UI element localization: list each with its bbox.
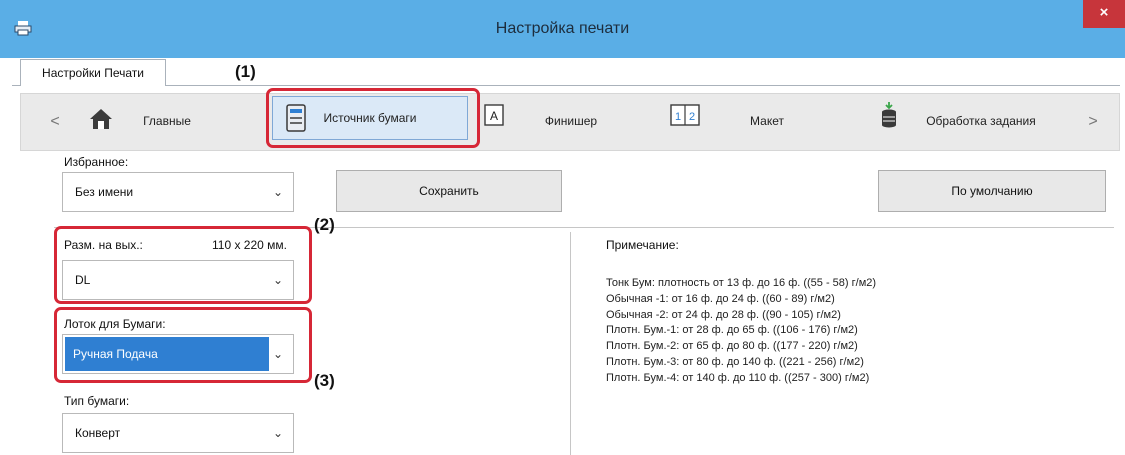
default-button[interactable]: По умолчанию [878, 170, 1106, 212]
highlight-box-2 [54, 226, 312, 304]
favorites-label: Избранное: [64, 155, 129, 169]
tab-strip-divider [12, 85, 1120, 86]
nav-item-layout[interactable]: 1 2 Макет [668, 93, 866, 151]
save-button[interactable]: Сохранить [336, 170, 562, 212]
nav-item-main[interactable]: Главные [74, 93, 260, 151]
note-line: Плотн. Бум.-1: от 28 ф. до 65 ф. ((106 -… [606, 324, 858, 337]
close-button[interactable]: × [1083, 0, 1125, 28]
note-line: Плотн. Бум.-4: от 140 ф. до 110 ф. ((257… [606, 371, 870, 384]
nav-item-label: Финишер [544, 114, 598, 128]
scroll-left-button[interactable]: < [38, 93, 72, 151]
column-divider [570, 232, 571, 455]
highlight-box-3 [54, 307, 312, 383]
paper-type-label: Тип бумаги: [64, 394, 130, 408]
callout-1: (1) [235, 62, 256, 81]
paper-type-value: Конверт [75, 426, 121, 440]
nav-item-label: Макет [750, 114, 784, 128]
paper-type-select[interactable]: Конверт ⌄ [62, 413, 294, 453]
chevron-down-icon: ⌄ [272, 185, 283, 199]
note-title: Примечание: [606, 238, 679, 252]
nav-item-label: Обработка задания [926, 114, 1036, 128]
nav-item-job-handling[interactable]: Обработка задания [872, 93, 1068, 151]
note-text: Тонк Бум: плотность от 13 ф. до 16 ф. ((… [606, 276, 1106, 387]
chevron-down-icon: ⌄ [272, 426, 283, 440]
callout-3: (3) [314, 371, 335, 390]
favorites-value: Без имени [75, 185, 134, 199]
highlight-box-1 [266, 88, 480, 148]
nav-item-finisher[interactable]: A Финишер [478, 93, 664, 151]
note-line: Плотн. Бум.-2: от 65 ф. до 80 ф. ((177 -… [606, 340, 858, 353]
favorites-select[interactable]: Без имени ⌄ [62, 172, 294, 212]
note-line: Обычная -1: от 16 ф. до 24 ф. ((60 - 89)… [606, 292, 835, 305]
window-title: Настройка печати [495, 20, 630, 37]
tab-print-settings[interactable]: Настройки Печати [20, 59, 166, 86]
note-line: Плотн. Бум.-3: от 80 ф. до 140 ф. ((221 … [606, 355, 864, 368]
scroll-right-button[interactable]: > [1076, 93, 1110, 151]
note-line: Обычная -2: от 24 ф. до 28 ф. ((90 - 105… [606, 308, 841, 321]
callout-2: (2) [314, 215, 335, 234]
nav-item-label: Главные [143, 114, 191, 128]
note-line: Тонк Бум: плотность от 13 ф. до 16 ф. ((… [606, 277, 877, 289]
